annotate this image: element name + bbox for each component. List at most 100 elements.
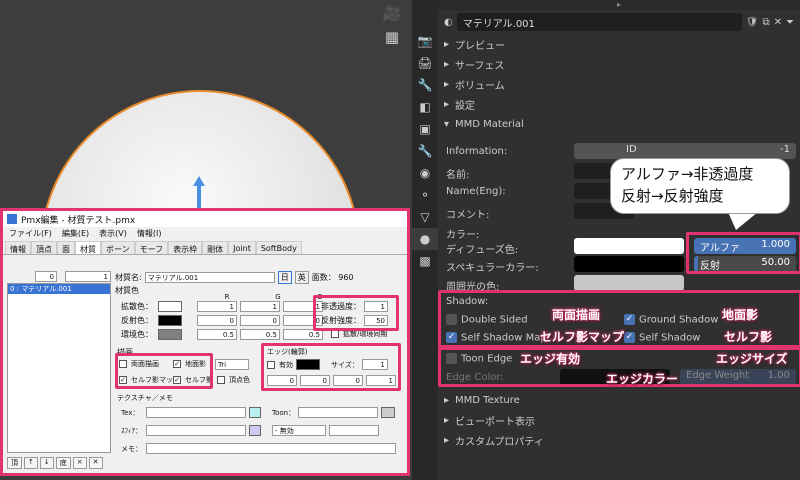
toon-swatch[interactable] — [381, 407, 396, 418]
index-input[interactable]: 0 — [35, 271, 57, 282]
camera-icon[interactable]: 🎥 — [382, 4, 402, 24]
sync-checkbox[interactable] — [331, 330, 339, 338]
top-button[interactable]: 頂 — [7, 457, 22, 469]
jp-button[interactable]: 日 — [277, 271, 292, 284]
vertex-color-label: 頂点色 — [229, 376, 250, 384]
memo-input[interactable] — [146, 443, 396, 454]
chevron-right-icon: ▸ — [444, 38, 450, 50]
up-button[interactable]: ↑ — [24, 457, 38, 469]
name-input[interactable]: マテリアル.001 — [144, 272, 275, 283]
specular-r[interactable]: 0 — [197, 315, 237, 326]
section-preview[interactable]: ▸ プレビュー — [438, 34, 800, 54]
tab-softbody[interactable]: SoftBody — [255, 241, 302, 254]
tab-vertex[interactable]: 頂点 — [31, 241, 57, 254]
material-icon[interactable]: ● — [412, 228, 438, 250]
primitive-select[interactable]: Tri — [215, 359, 249, 370]
annotation-callout: アルファ→非透過度 反射→反射強度 — [610, 158, 790, 214]
data-icon[interactable]: ▽ — [412, 206, 438, 228]
section-volume[interactable]: ▸ ボリューム — [438, 74, 800, 94]
sphere-mode-select[interactable]: - 無効 — [272, 425, 326, 436]
menu-info[interactable]: 情報(I) — [137, 228, 162, 240]
ambient-g[interactable]: 0.5 — [240, 329, 280, 340]
callout-tail — [728, 212, 758, 230]
tab-face[interactable]: 面 — [57, 241, 75, 254]
diffuse-r[interactable]: 1 — [197, 301, 237, 312]
tab-bone[interactable]: ボーン — [101, 241, 135, 254]
draw-highlight — [115, 353, 213, 389]
diffuse-label: 拡散色： — [121, 302, 153, 311]
chevron-right-icon: ▸ — [444, 434, 450, 446]
editor-menubar: ファイル(F) 編集(E) 表示(V) 情報(I) — [3, 227, 407, 241]
section-custom-properties[interactable]: ▸ カスタムプロパティ — [438, 430, 800, 450]
tab-info[interactable]: 情報 — [5, 241, 31, 254]
menu-view[interactable]: 表示(V) — [99, 228, 127, 240]
sphere-swatch[interactable] — [249, 425, 261, 436]
material-name-field[interactable]: マテリアル.001 — [456, 13, 742, 31]
tab-display[interactable]: 表示枠 — [168, 241, 203, 254]
tab-material[interactable]: 材質 — [75, 241, 101, 254]
texture-icon[interactable]: ▩ — [412, 250, 438, 272]
toon-label: Toon： — [272, 408, 296, 417]
tool-icon[interactable]: 🔧 — [412, 74, 438, 96]
vertex-color-checkbox[interactable] — [217, 376, 225, 384]
col-g: G — [275, 293, 281, 301]
fake-user-icon[interactable]: 🛡 — [746, 17, 759, 28]
sphere-extra-select[interactable] — [329, 425, 379, 436]
chevron-right-icon: ▸ — [444, 58, 450, 70]
grid-icon[interactable]: ▦ — [382, 28, 402, 48]
constraint-icon[interactable]: ⚬ — [412, 184, 438, 206]
specular-color-field[interactable] — [574, 256, 684, 272]
color-section-label: 材質色 — [115, 286, 139, 295]
chevron-right-icon: ▸ — [444, 78, 450, 90]
delete-button[interactable]: × — [72, 457, 87, 469]
material-sphere-icon[interactable]: ◐ — [444, 17, 453, 28]
ambient-color-field[interactable] — [574, 275, 684, 291]
section-volume-label: ボリューム — [455, 80, 505, 92]
sphere-input[interactable] — [146, 425, 246, 436]
section-viewport-display[interactable]: ▸ ビューポート表示 — [438, 410, 800, 430]
slot-collapse-bar[interactable]: ▸ — [438, 0, 800, 10]
ambient-r[interactable]: 0.5 — [197, 329, 237, 340]
tab-rigidbody[interactable]: 剛体 — [202, 241, 229, 254]
list-buttons: 頂 ↑ ↓ 底 × ✕ — [7, 457, 103, 469]
object-icon[interactable]: ▣ — [412, 118, 438, 140]
material-selector-row: ◐ マテリアル.001 🛡 ⧉ ✕ ⏷ — [438, 10, 800, 34]
tab-joint[interactable]: Joint — [228, 241, 256, 254]
render-icon[interactable]: 📷 — [412, 30, 438, 52]
material-list[interactable]: 0 : マテリアル.001 — [7, 283, 111, 453]
id-field[interactable]: ID -1 — [574, 143, 796, 159]
section-mmd-texture[interactable]: ▸ MMD Texture — [438, 390, 800, 410]
count-input[interactable]: 1 — [65, 271, 111, 282]
tab-morph[interactable]: モーフ — [134, 241, 169, 254]
scene-icon[interactable]: ◧ — [412, 96, 438, 118]
filter-icon[interactable]: ⏷ — [786, 17, 794, 28]
diffuse-color-field[interactable] — [574, 238, 684, 254]
menu-edit[interactable]: 編集(E) — [62, 228, 89, 240]
diffuse-g[interactable]: 1 — [240, 301, 280, 312]
physics-icon[interactable]: ◉ — [412, 162, 438, 184]
duplicate-icon[interactable]: ⧉ — [762, 17, 769, 28]
modifier-icon[interactable]: 🔧 — [412, 140, 438, 162]
diffuse-swatch[interactable] — [158, 301, 182, 312]
diffuse-label: ディフューズ色: — [446, 245, 519, 256]
en-button[interactable]: 英 — [294, 271, 309, 284]
bottom-button[interactable]: 底 — [55, 457, 71, 469]
menu-file[interactable]: ファイル(F) — [9, 228, 52, 240]
output-icon[interactable]: 🖨 — [412, 52, 438, 74]
ambient-swatch[interactable] — [158, 329, 182, 340]
specular-swatch[interactable] — [158, 315, 182, 326]
section-viewport-display-label: ビューポート表示 — [455, 416, 536, 428]
section-surface[interactable]: ▸ サーフェス — [438, 54, 800, 74]
tex-swatch[interactable] — [249, 407, 261, 418]
section-mmd-material[interactable]: ▾ MMD Material — [438, 114, 800, 134]
down-button[interactable]: ↓ — [39, 457, 54, 469]
close-button[interactable]: ✕ — [88, 457, 103, 469]
section-settings[interactable]: ▸ 設定 — [438, 94, 800, 114]
toon-input[interactable] — [298, 407, 379, 418]
list-item[interactable]: 0 : マテリアル.001 — [8, 284, 110, 294]
note-edge-color: エッジカラー — [606, 372, 679, 386]
unlink-icon[interactable]: ✕ — [774, 17, 782, 28]
editor-titlebar: Pmx編集 - 材質テスト.pmx — [3, 211, 407, 227]
tex-input[interactable] — [146, 407, 246, 418]
specular-g[interactable]: 0 — [240, 315, 280, 326]
